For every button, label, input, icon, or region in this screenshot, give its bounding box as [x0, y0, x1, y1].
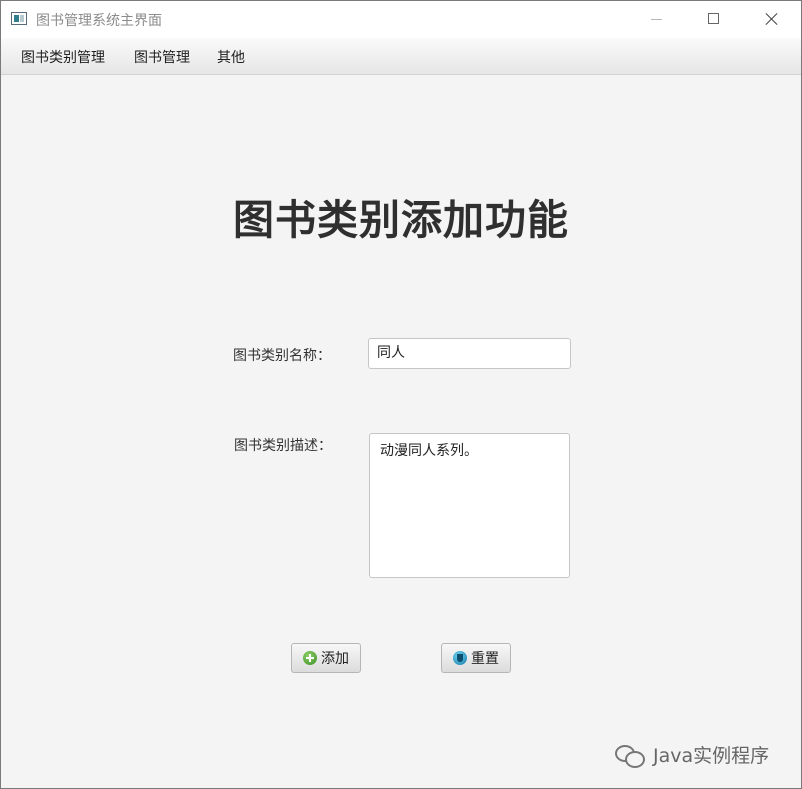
close-icon: [765, 12, 779, 26]
title-bar[interactable]: 图书管理系统主界面: [1, 1, 801, 38]
menu-bar: 图书类别管理 图书管理 其他: [1, 38, 801, 75]
app-window-icon: [11, 12, 27, 25]
maximize-icon: [708, 13, 719, 24]
minimize-icon: [651, 19, 662, 20]
reset-icon: [453, 651, 467, 665]
window-title: 图书管理系统主界面: [36, 13, 162, 29]
add-button[interactable]: 添加: [291, 643, 361, 673]
add-icon: [303, 651, 317, 665]
category-name-label: 图书类别名称：: [233, 348, 331, 364]
reset-button[interactable]: 重置: [441, 643, 511, 673]
reset-button-label: 重置: [471, 651, 499, 667]
menu-book-category-management[interactable]: 图书类别管理: [21, 47, 105, 67]
menu-book-management[interactable]: 图书管理: [134, 47, 190, 67]
main-window: 图书管理系统主界面 图书类别管理 图书管理 其他 图书类别添加功能 图书类别名称…: [0, 0, 802, 789]
category-description-label: 图书类别描述：: [234, 438, 332, 454]
close-button[interactable]: [743, 1, 801, 38]
category-description-textarea[interactable]: 动漫同人系列。: [369, 433, 570, 578]
watermark-text: Java实例程序: [653, 745, 770, 767]
wechat-icon: [615, 743, 645, 768]
watermark: Java实例程序: [615, 741, 769, 768]
category-name-input[interactable]: 同人: [368, 338, 571, 369]
menu-other[interactable]: 其他: [217, 47, 245, 67]
add-button-label: 添加: [321, 651, 349, 667]
minimize-button[interactable]: [627, 1, 685, 38]
maximize-button[interactable]: [685, 1, 743, 38]
page-title: 图书类别添加功能: [233, 196, 569, 244]
